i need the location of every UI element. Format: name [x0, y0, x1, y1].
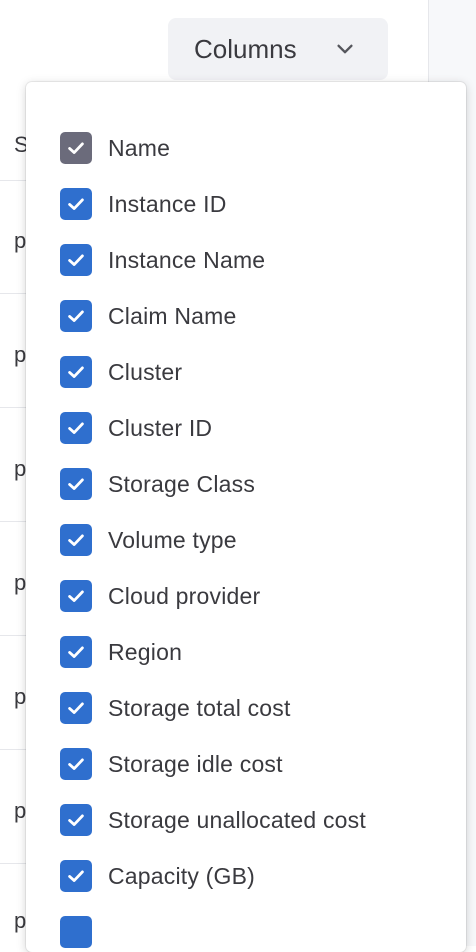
table-row[interactable]: p: [14, 342, 26, 368]
columns-dropdown: Name Instance ID Instance Name Claim Nam…: [26, 82, 466, 952]
column-option-region[interactable]: Region: [60, 632, 182, 672]
checkbox[interactable]: [60, 468, 92, 500]
checkbox[interactable]: [60, 748, 92, 780]
columns-button-label: Columns: [194, 33, 297, 64]
column-option-label: Capacity (GB): [108, 862, 256, 889]
column-option-claim-name[interactable]: Claim Name: [60, 296, 237, 336]
checkbox[interactable]: [60, 300, 92, 332]
check-icon: [68, 646, 84, 658]
check-icon: [68, 310, 84, 322]
column-option-instance-name[interactable]: Instance Name: [60, 240, 265, 280]
column-option-label: Storage unallocated cost: [108, 806, 366, 833]
check-icon: [68, 254, 84, 266]
column-option-volume-type[interactable]: Volume type: [60, 520, 237, 560]
check-icon: [68, 366, 84, 378]
column-option-partial[interactable]: [60, 912, 92, 952]
checkbox[interactable]: [60, 524, 92, 556]
check-icon: [68, 702, 84, 714]
checkbox[interactable]: [60, 804, 92, 836]
checkbox[interactable]: [60, 692, 92, 724]
checkbox[interactable]: [60, 412, 92, 444]
chevron-down-icon: [334, 38, 356, 60]
check-icon: [68, 478, 84, 490]
checkbox[interactable]: [60, 188, 92, 220]
column-option-label: Instance ID: [108, 190, 227, 217]
check-icon: [68, 590, 84, 602]
column-option-label: Cluster: [108, 358, 183, 385]
columns-button[interactable]: Columns: [168, 18, 388, 80]
check-icon: [68, 142, 84, 154]
column-option-label: Cloud provider: [108, 582, 261, 609]
check-icon: [68, 534, 84, 546]
column-option-label: Volume type: [108, 526, 237, 553]
column-option-label: Storage Class: [108, 470, 256, 497]
checkbox[interactable]: [60, 916, 92, 948]
column-option-label: Storage total cost: [108, 694, 291, 721]
column-option-storage-unallocated-cost[interactable]: Storage unallocated cost: [60, 800, 366, 840]
column-option-name[interactable]: Name: [60, 128, 170, 168]
column-option-cloud-provider[interactable]: Cloud provider: [60, 576, 260, 616]
column-option-label: Region: [108, 638, 183, 665]
column-option-label: Storage idle cost: [108, 750, 283, 777]
checkbox[interactable]: [60, 580, 92, 612]
column-option-cluster[interactable]: Cluster: [60, 352, 182, 392]
checkbox[interactable]: [60, 244, 92, 276]
table-row[interactable]: p: [14, 570, 26, 596]
column-option-capacity-gb[interactable]: Capacity (GB): [60, 856, 255, 896]
check-icon: [68, 758, 84, 770]
check-icon: [68, 814, 84, 826]
column-option-cluster-id[interactable]: Cluster ID: [60, 408, 212, 448]
table-row[interactable]: p: [14, 228, 26, 254]
column-option-label: Name: [108, 134, 171, 161]
column-option-instance-id[interactable]: Instance ID: [60, 184, 227, 224]
table-row[interactable]: p: [14, 684, 26, 710]
check-icon: [68, 870, 84, 882]
column-option-label: Claim Name: [108, 302, 237, 329]
table-row[interactable]: p: [14, 798, 26, 824]
column-option-label: Instance Name: [108, 246, 266, 273]
check-icon: [68, 422, 84, 434]
checkbox[interactable]: [60, 860, 92, 892]
column-option-label: Cluster ID: [108, 414, 213, 441]
checkbox[interactable]: [60, 636, 92, 668]
checkbox[interactable]: [60, 356, 92, 388]
table-row[interactable]: p: [14, 456, 26, 482]
column-option-storage-idle-cost[interactable]: Storage idle cost: [60, 744, 283, 784]
checkbox[interactable]: [60, 132, 92, 164]
column-option-storage-class[interactable]: Storage Class: [60, 464, 255, 504]
check-icon: [68, 198, 84, 210]
column-option-storage-total-cost[interactable]: Storage total cost: [60, 688, 291, 728]
